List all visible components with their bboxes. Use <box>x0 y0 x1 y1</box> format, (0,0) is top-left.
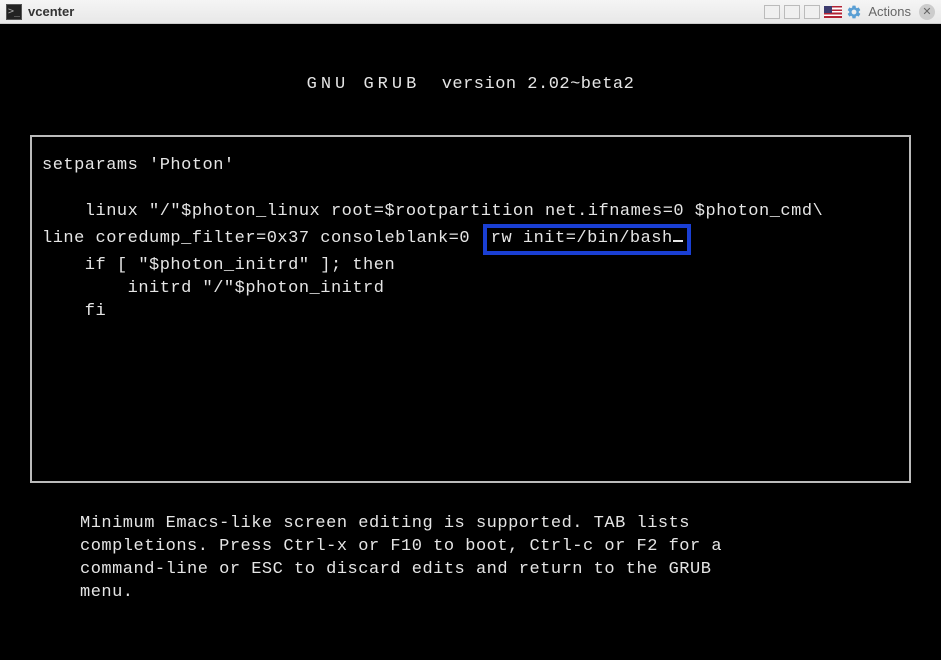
grub-line-coredump-prefix: line coredump_filter=0x37 consoleblank=0 <box>42 229 470 248</box>
grub-app-name: GNU GRUB <box>307 75 421 94</box>
grub-highlight-rw-init: rw init=/bin/bash <box>483 224 691 255</box>
grub-line-if: if [ "$photon_initrd" ]; then <box>42 256 395 275</box>
gear-icon[interactable] <box>846 4 862 20</box>
grub-header: GNU GRUB version 2.02~beta2 <box>0 74 941 97</box>
us-flag-icon[interactable] <box>824 6 842 18</box>
window-button-1[interactable] <box>764 5 780 19</box>
titlebar-controls: Actions ✕ <box>764 4 935 20</box>
grub-line-fi: fi <box>42 302 106 321</box>
grub-line-linux: linux "/"$photon_linux root=$rootpartiti… <box>42 202 823 221</box>
close-icon[interactable]: ✕ <box>919 4 935 20</box>
grub-edit-box[interactable]: setparams 'Photon' linux "/"$photon_linu… <box>30 135 911 483</box>
window-button-2[interactable] <box>784 5 800 19</box>
vm-console[interactable]: GNU GRUB version 2.02~beta2 setparams 'P… <box>0 24 941 660</box>
grub-version: version 2.02~beta2 <box>442 75 635 94</box>
grub-line-initrd: initrd "/"$photon_initrd <box>42 279 384 298</box>
window-button-3[interactable] <box>804 5 820 19</box>
window-title: vcenter <box>28 4 74 19</box>
console-app-icon: >_ <box>6 4 22 20</box>
actions-menu-label[interactable]: Actions <box>868 4 911 19</box>
text-cursor <box>673 240 683 242</box>
grub-line-setparams: setparams 'Photon' <box>42 156 235 175</box>
window-titlebar: >_ vcenter Actions ✕ <box>0 0 941 24</box>
grub-help-footer: Minimum Emacs-like screen editing is sup… <box>80 513 861 605</box>
